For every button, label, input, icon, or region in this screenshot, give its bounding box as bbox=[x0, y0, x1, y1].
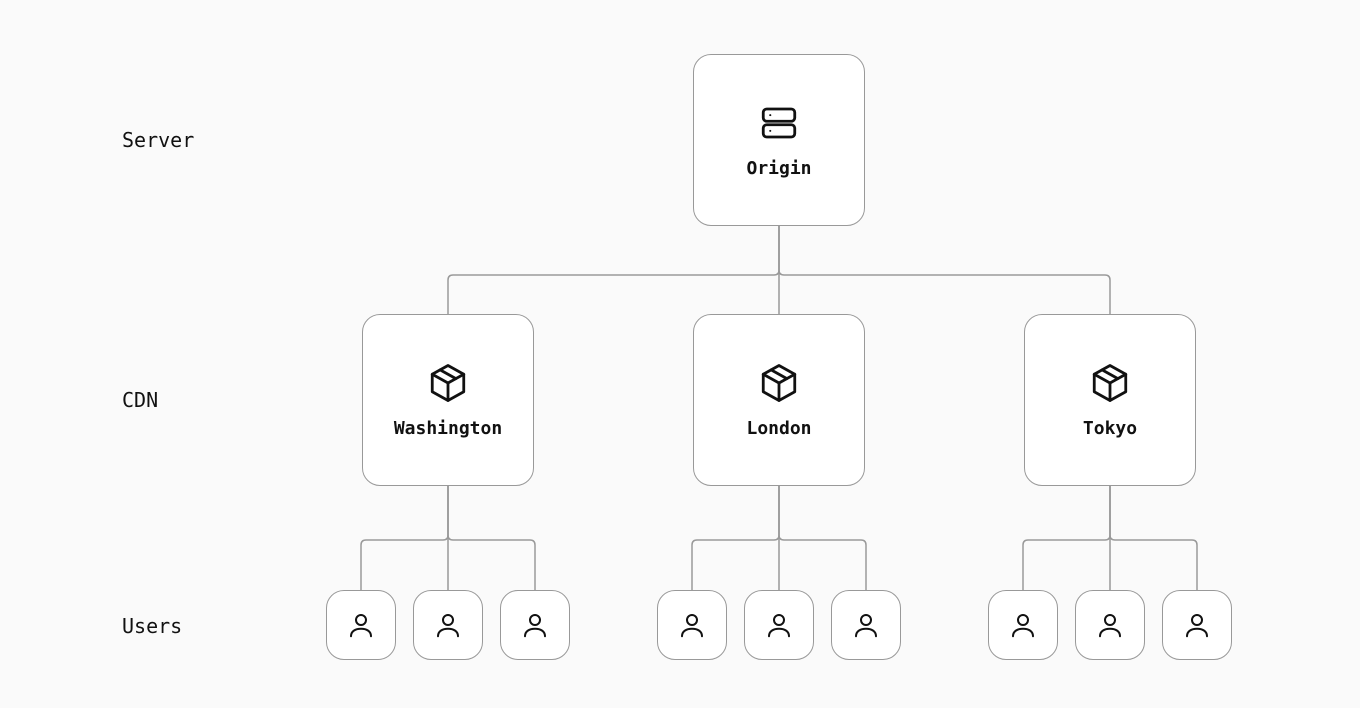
user-icon bbox=[1182, 610, 1212, 640]
package-icon bbox=[758, 362, 800, 404]
cdn-node-washington: Washington bbox=[362, 314, 534, 486]
cdn-label: Washington bbox=[394, 418, 502, 439]
user-node bbox=[657, 590, 727, 660]
user-node bbox=[1075, 590, 1145, 660]
user-node bbox=[413, 590, 483, 660]
user-icon bbox=[677, 610, 707, 640]
cdn-node-tokyo: Tokyo bbox=[1024, 314, 1196, 486]
user-icon bbox=[1095, 610, 1125, 640]
user-node bbox=[326, 590, 396, 660]
row-label-cdn: CDN bbox=[122, 388, 158, 412]
origin-node: Origin bbox=[693, 54, 865, 226]
server-icon bbox=[758, 102, 800, 144]
user-icon bbox=[433, 610, 463, 640]
user-node bbox=[988, 590, 1058, 660]
user-icon bbox=[520, 610, 550, 640]
origin-label: Origin bbox=[746, 158, 811, 179]
user-node bbox=[1162, 590, 1232, 660]
user-icon bbox=[764, 610, 794, 640]
package-icon bbox=[1089, 362, 1131, 404]
cdn-node-london: London bbox=[693, 314, 865, 486]
package-icon bbox=[427, 362, 469, 404]
row-label-server: Server bbox=[122, 128, 194, 152]
cdn-label: London bbox=[746, 418, 811, 439]
user-icon bbox=[346, 610, 376, 640]
user-icon bbox=[851, 610, 881, 640]
user-node bbox=[744, 590, 814, 660]
cdn-label: Tokyo bbox=[1083, 418, 1137, 439]
user-node bbox=[831, 590, 901, 660]
user-icon bbox=[1008, 610, 1038, 640]
user-node bbox=[500, 590, 570, 660]
row-label-users: Users bbox=[122, 614, 182, 638]
